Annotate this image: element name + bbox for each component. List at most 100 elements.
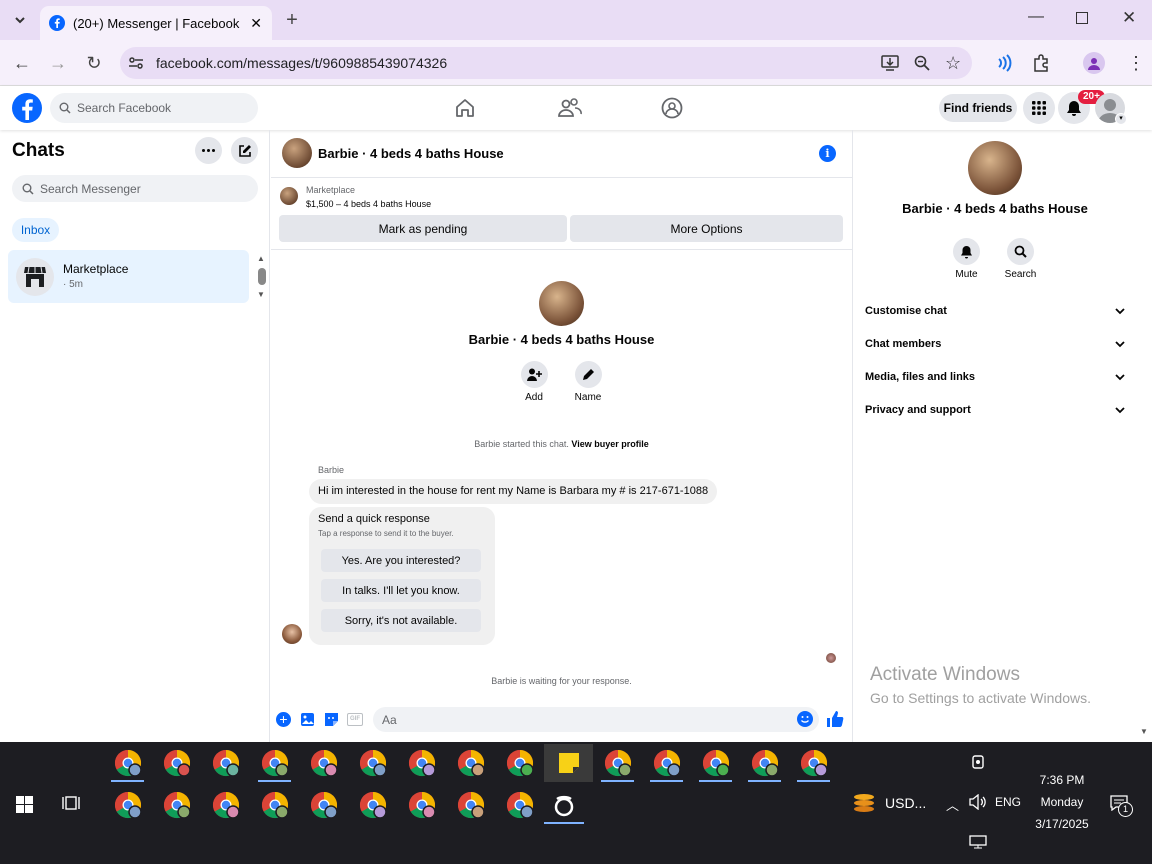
privacy-support-section[interactable]: Privacy and support — [865, 404, 1125, 416]
facebook-logo-icon[interactable] — [12, 93, 42, 123]
scroll-up-icon[interactable]: ▲ — [257, 254, 265, 263]
search-in-chat-icon[interactable] — [1007, 238, 1034, 265]
new-message-icon[interactable] — [231, 137, 258, 164]
meet-now-icon[interactable] — [970, 754, 986, 770]
chrome-window-icon[interactable] — [446, 744, 495, 782]
chrome-window-icon[interactable] — [691, 744, 740, 782]
chrome-window-icon[interactable] — [299, 786, 348, 824]
new-tab-icon[interactable]: + — [278, 6, 306, 34]
chrome-window-icon[interactable] — [642, 744, 691, 782]
account-chevron-icon[interactable]: ▾ — [1115, 113, 1127, 125]
chrome-window-icon[interactable] — [250, 786, 299, 824]
browser-tab[interactable]: (20+) Messenger | Facebook ✕ — [40, 6, 272, 40]
install-app-icon[interactable] — [881, 55, 899, 71]
chrome-window-icon[interactable] — [250, 744, 299, 782]
chrome-window-icon[interactable] — [397, 786, 446, 824]
chrome-window-icon[interactable] — [593, 744, 642, 782]
home-icon[interactable] — [454, 97, 476, 119]
mark-pending-button[interactable]: Mark as pending — [279, 215, 567, 242]
more-options-icon[interactable] — [195, 137, 222, 164]
quick-reply-sorry-button[interactable]: Sorry, it's not available. — [321, 609, 481, 632]
more-options-button[interactable]: More Options — [570, 215, 843, 242]
view-buyer-profile-link[interactable]: View buyer profile — [571, 439, 648, 449]
chrome-window-icon[interactable] — [397, 744, 446, 782]
scroll-down-icon[interactable]: ▼ — [257, 290, 265, 299]
tab-close-icon[interactable]: ✕ — [250, 15, 262, 32]
minimize-icon[interactable]: — — [1028, 8, 1044, 26]
stock-ticker-label[interactable]: USD... — [885, 795, 926, 811]
browser-menu-icon[interactable]: ⋮ — [1127, 54, 1145, 72]
chrome-window-icon[interactable] — [789, 744, 838, 782]
emoji-icon[interactable] — [797, 711, 813, 727]
mute-bell-icon[interactable] — [953, 238, 980, 265]
quick-reply-talks-button[interactable]: In talks. I'll let you know. — [321, 579, 481, 602]
chrome-window-icon[interactable] — [348, 786, 397, 824]
show-hidden-icons-chevron-icon[interactable]: ︿ — [946, 795, 959, 814]
clock-date[interactable]: 3/17/2025 — [1030, 817, 1094, 831]
chrome-window-icon[interactable] — [152, 786, 201, 824]
chrome-window-icon[interactable] — [348, 744, 397, 782]
message-input[interactable]: Aa — [373, 707, 819, 732]
reload-icon[interactable]: ↻ — [80, 49, 108, 77]
sticker-icon[interactable] — [324, 712, 339, 727]
chrome-window-icon[interactable] — [495, 744, 544, 782]
listing-avatar[interactable] — [282, 138, 312, 168]
menu-grid-icon[interactable] — [1023, 92, 1055, 124]
add-person-icon[interactable] — [521, 361, 548, 388]
network-icon[interactable] — [969, 835, 987, 849]
forward-icon[interactable]: → — [44, 49, 72, 77]
chrome-window-icon[interactable] — [103, 744, 152, 782]
add-attachment-icon[interactable]: + — [276, 712, 291, 727]
extensions-puzzle-icon[interactable] — [1032, 54, 1050, 72]
edit-name-pencil-icon[interactable] — [575, 361, 602, 388]
conversation-title[interactable]: Barbie · 4 beds 4 baths House — [318, 146, 504, 161]
find-friends-button[interactable]: Find friends — [939, 94, 1017, 122]
page-scroll-down-icon[interactable]: ▼ — [1140, 727, 1148, 736]
like-thumb-icon[interactable] — [826, 710, 844, 728]
customise-chat-section[interactable]: Customise chat — [865, 305, 1125, 317]
language-indicator[interactable]: ENG — [995, 795, 1021, 809]
facebook-search-input[interactable]: Search Facebook — [50, 93, 258, 123]
window-close-icon[interactable]: ✕ — [1122, 8, 1136, 28]
gif-icon[interactable]: GIF — [347, 713, 363, 726]
quick-reply-yes-button[interactable]: Yes. Are you interested? — [321, 549, 481, 572]
chrome-window-icon[interactable] — [103, 786, 152, 824]
chrome-window-icon[interactable] — [201, 786, 250, 824]
listing-price[interactable]: $1,500 – 4 beds 4 baths House — [306, 199, 431, 209]
address-bar[interactable]: facebook.com/messages/t/9609885439074326 — [120, 47, 972, 79]
profile-avatar-icon[interactable] — [1083, 52, 1105, 74]
stock-ticker-icon[interactable] — [852, 792, 876, 814]
info-icon[interactable]: i — [819, 145, 836, 162]
clock-day[interactable]: Monday — [1030, 795, 1094, 809]
volume-icon[interactable] — [969, 794, 987, 810]
windows-start-icon[interactable] — [16, 796, 33, 813]
chrome-window-icon[interactable] — [152, 744, 201, 782]
chat-list-item[interactable]: Marketplace · 5m — [8, 250, 249, 303]
zoom-icon[interactable] — [914, 55, 930, 71]
clock-time[interactable]: 7:36 PM — [1030, 773, 1094, 787]
chrome-window-icon[interactable] — [740, 744, 789, 782]
chat-members-section[interactable]: Chat members — [865, 338, 1125, 350]
restore-icon[interactable] — [1076, 12, 1088, 24]
media-files-section[interactable]: Media, files and links — [865, 371, 1125, 383]
task-view-icon[interactable] — [62, 794, 80, 812]
chrome-window-icon[interactable] — [201, 744, 250, 782]
chrome-window-icon[interactable] — [446, 786, 495, 824]
tab-search-icon[interactable] — [6, 6, 34, 34]
photo-icon[interactable] — [300, 712, 315, 727]
section-label: Media, files and links — [865, 371, 976, 383]
bookmark-star-icon[interactable]: ☆ — [945, 53, 961, 74]
extension-wave-icon[interactable] — [994, 54, 1012, 72]
groups-icon[interactable] — [661, 97, 683, 119]
chrome-window-icon[interactable] — [495, 786, 544, 824]
site-settings-icon[interactable] — [128, 55, 144, 71]
copilot-icon[interactable] — [544, 786, 584, 824]
sender-avatar[interactable] — [282, 624, 302, 644]
inbox-tab[interactable]: Inbox — [12, 218, 59, 242]
sticky-notes-icon[interactable] — [544, 744, 593, 782]
back-icon[interactable]: ← — [8, 49, 36, 77]
messenger-search-input[interactable]: Search Messenger — [12, 175, 258, 202]
friends-icon[interactable] — [558, 97, 582, 119]
chrome-window-icon[interactable] — [299, 744, 348, 782]
scrollbar-thumb[interactable] — [258, 268, 266, 285]
